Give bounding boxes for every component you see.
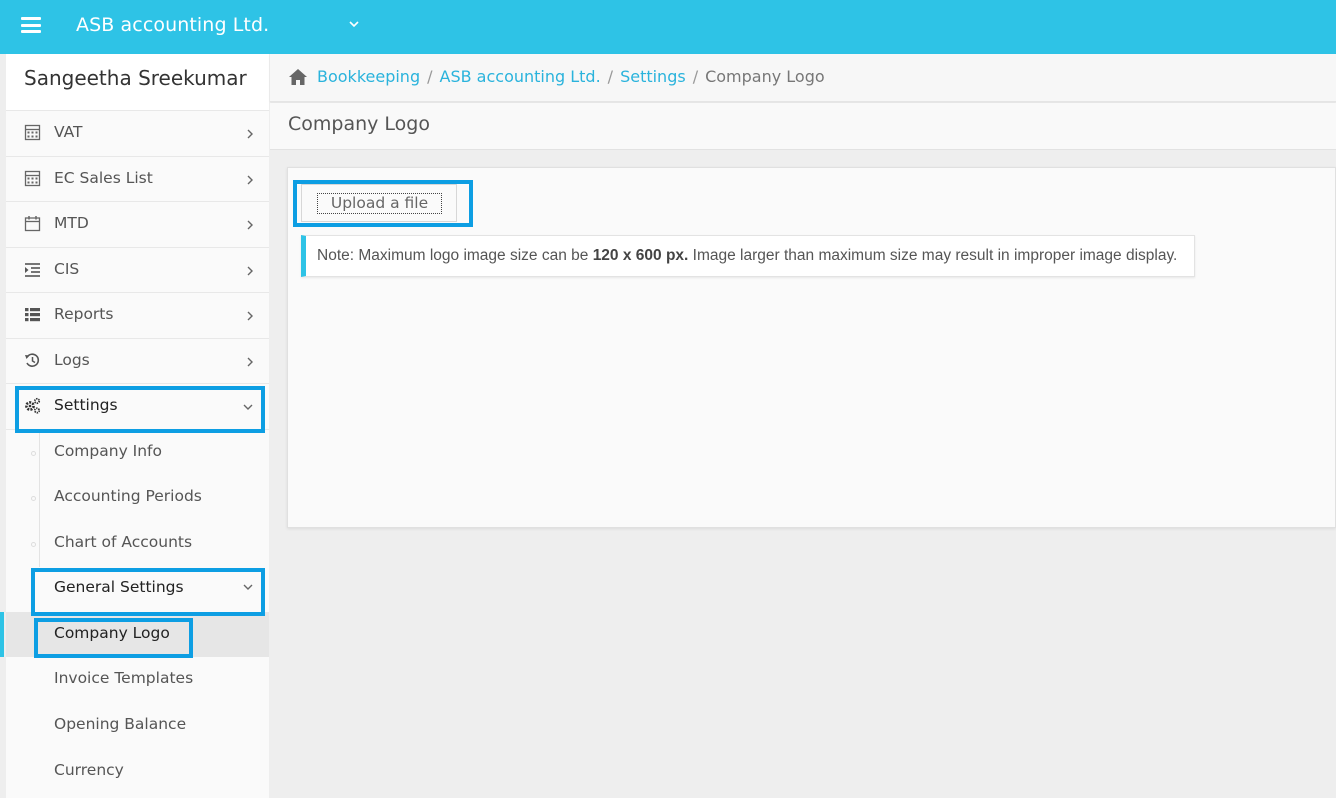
gears-icon — [25, 397, 41, 414]
chevron-right-icon — [247, 357, 253, 366]
chevron-down-icon — [243, 404, 253, 410]
tree-dot — [31, 496, 36, 502]
note-prefix: Note: Maximum logo image size can be — [317, 247, 593, 264]
page-header: Company Logo — [270, 103, 1336, 150]
sidebar-subitem-label: Company Logo — [54, 623, 170, 642]
size-note: Note: Maximum logo image size can be 120… — [301, 235, 1195, 277]
tree-dot — [31, 450, 36, 456]
sidebar-item-logs[interactable]: Logs — [6, 338, 269, 384]
sidebar-item-label: Logs — [54, 350, 90, 369]
calendar-icon — [24, 216, 41, 232]
indent-list-icon — [25, 262, 40, 277]
sidebar-subitem-chart-of-accounts[interactable]: Chart of Accounts — [6, 521, 269, 567]
sidebar-subitem-invoice-templates[interactable]: Invoice Templates — [6, 657, 269, 703]
sidebar-subitem-label: Currency — [54, 760, 124, 779]
sidebar-item-cis[interactable]: CIS — [6, 247, 269, 293]
user-name: Sangeetha Sreekumar — [6, 54, 269, 111]
note-size: 120 x 600 px. — [592, 247, 689, 264]
sidebar-subitem-accounting-periods[interactable]: Accounting Periods — [6, 475, 269, 521]
sidebar-item-ec-sales-list[interactable]: EC Sales List — [6, 156, 269, 202]
sidebar-item-label: VAT — [54, 123, 83, 141]
chevron-right-icon — [247, 266, 253, 275]
active-indicator — [0, 611, 4, 658]
chevron-right-icon — [247, 220, 253, 230]
sidebar-item-reports[interactable]: Reports — [6, 293, 269, 339]
breadcrumb-separator: / — [692, 67, 699, 86]
upload-file-button[interactable]: Upload a file — [301, 184, 457, 222]
calculator-icon — [24, 124, 41, 141]
upload-panel: Upload a file Note: Maximum logo image s… — [287, 167, 1336, 528]
chevron-right-icon — [247, 175, 253, 184]
sidebar-subitem-label: Chart of Accounts — [54, 532, 193, 551]
sidebar-subitem-label: Company Info — [54, 441, 163, 460]
sidebar-subitem-currency[interactable]: Currency — [6, 749, 269, 795]
breadcrumb-settings[interactable]: Settings — [620, 67, 686, 86]
breadcrumb-separator: / — [427, 67, 433, 86]
sidebar-item-settings[interactable]: Settings — [6, 384, 269, 430]
page-title: Company Logo — [288, 113, 430, 135]
home-icon[interactable] — [288, 68, 308, 86]
upload-file-label: Upload a file — [317, 193, 442, 214]
history-icon — [25, 352, 40, 367]
sidebar-item-label: CIS — [54, 259, 80, 278]
chevron-down-icon — [243, 584, 253, 591]
hamburger-icon[interactable] — [21, 17, 41, 33]
sidebar-subitem-opening-balance[interactable]: Opening Balance — [6, 703, 269, 749]
list-icon — [25, 308, 40, 322]
sidebar-item-vat[interactable]: VAT — [6, 111, 269, 157]
note-suffix: Image larger than maximum size may resul… — [688, 247, 1178, 264]
sidebar-item-label: EC Sales List — [54, 168, 153, 187]
breadcrumb-current: Company Logo — [705, 67, 825, 86]
calculator-icon — [24, 170, 41, 186]
sidebar-subitem-label: Invoice Templates — [54, 669, 194, 688]
sidebar-subitem-company-info[interactable]: Company Info — [6, 430, 269, 476]
company-name[interactable]: ASB accounting Ltd. — [76, 14, 269, 36]
tree-dot — [31, 541, 36, 547]
breadcrumb-bookkeeping[interactable]: Bookkeeping — [317, 67, 420, 86]
sidebar-item-label: Reports — [54, 305, 114, 323]
sidebar-subitem-label: Accounting Periods — [54, 487, 202, 506]
sidebar-subitem-label: General Settings — [54, 578, 184, 597]
sidebar: Sangeetha Sreekumar VAT EC Sales List MT… — [0, 54, 269, 798]
breadcrumb-separator: / — [607, 67, 614, 86]
sidebar-subitem-general-settings[interactable]: General Settings — [6, 566, 269, 612]
sidebar-subitem-company-logo[interactable]: Company Logo — [0, 611, 269, 658]
sidebar-item-mtd[interactable]: MTD — [6, 202, 269, 248]
sidebar-item-label: Settings — [54, 396, 118, 414]
chevron-right-icon — [247, 311, 253, 321]
sidebar-subitem-label: Opening Balance — [54, 715, 187, 734]
breadcrumb: Bookkeeping / ASB accounting Ltd. / Settings… — [270, 54, 1336, 102]
breadcrumb-company[interactable]: ASB accounting Ltd. — [440, 67, 601, 86]
chevron-down-icon[interactable] — [347, 17, 361, 31]
chevron-right-icon — [247, 129, 253, 139]
top-bar: ASB accounting Ltd. — [0, 0, 1336, 54]
sidebar-item-label: MTD — [54, 214, 89, 232]
